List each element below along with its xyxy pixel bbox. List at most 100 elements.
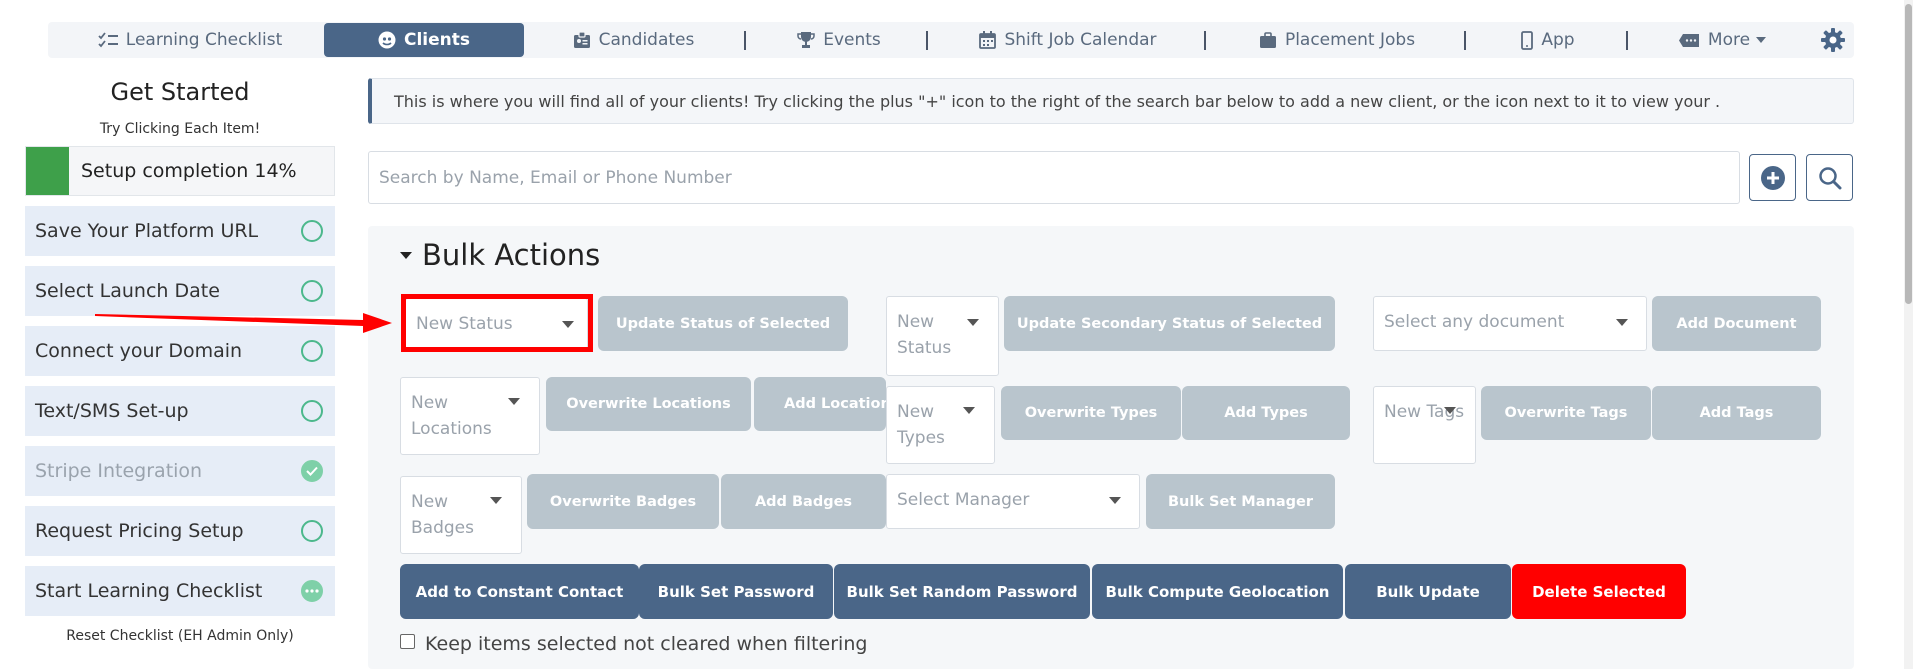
task-text-sms-setup[interactable]: Text/SMS Set-up [25, 386, 335, 436]
id-badge-icon [573, 31, 591, 49]
nav-placement-jobs[interactable]: Placement Jobs [1257, 22, 1417, 58]
nav-divider [1464, 31, 1466, 50]
new-secondary-status-select[interactable]: New Status [886, 296, 999, 376]
search-icon [1818, 166, 1842, 190]
select-value: Select Manager [897, 490, 1030, 510]
bulk-set-manager-button[interactable]: Bulk Set Manager [1146, 474, 1335, 529]
bulk-actions-toggle[interactable]: Bulk Actions [400, 238, 600, 272]
select-value: New Locations [411, 393, 492, 439]
document-select[interactable]: Select any document [1373, 296, 1647, 351]
get-started-subtitle: Try Clicking Each Item! [99, 121, 261, 137]
chevron-down-icon [1616, 319, 1628, 326]
select-value: New Badges [411, 492, 474, 538]
bulk-set-password-button[interactable]: Bulk Set Password [639, 564, 833, 619]
chevron-down-icon [508, 398, 520, 405]
add-client-button[interactable] [1749, 154, 1796, 201]
nav-label: Shift Job Calendar [1004, 30, 1157, 50]
pending-circle-icon [301, 340, 323, 362]
task-request-pricing-setup[interactable]: Request Pricing Setup [25, 506, 335, 556]
nav-label: More [1707, 30, 1751, 50]
nav-divider [926, 31, 928, 50]
keep-selected-label: Keep items selected not cleared when fil… [425, 633, 868, 655]
plus-circle-icon [1760, 165, 1786, 191]
gear-icon [1820, 27, 1846, 53]
search-button[interactable] [1806, 154, 1853, 201]
calendar-icon [979, 31, 997, 49]
bulk-update-button[interactable]: Bulk Update [1345, 564, 1511, 619]
progress-fill [26, 147, 70, 195]
new-status-select[interactable]: New Status [405, 298, 588, 349]
update-secondary-status-button[interactable]: Update Secondary Status of Selected [1004, 296, 1335, 351]
nav-label: Clients [403, 30, 470, 50]
task-label: Connect your Domain [35, 340, 243, 362]
task-start-learning-checklist[interactable]: Start Learning Checklist [25, 566, 335, 616]
nav-learning-checklist[interactable]: Learning Checklist [98, 22, 283, 58]
nav-divider [744, 31, 746, 50]
manager-select[interactable]: Select Manager [886, 474, 1140, 529]
setup-progress: Setup completion 14% [25, 146, 335, 196]
nav-candidates[interactable]: Candidates [570, 22, 697, 58]
new-locations-select[interactable]: New Locations [400, 377, 540, 455]
overwrite-types-button[interactable]: Overwrite Types [1001, 386, 1181, 440]
overwrite-tags-button[interactable]: Overwrite Tags [1481, 386, 1651, 440]
bulk-actions-title: Bulk Actions [422, 238, 601, 272]
briefcase-icon [1259, 31, 1277, 49]
new-tags-select[interactable]: New Tags [1373, 386, 1476, 464]
bulk-set-random-password-button[interactable]: Bulk Set Random Password [834, 564, 1090, 619]
add-types-button[interactable]: Add Types [1182, 386, 1350, 440]
add-badges-button[interactable]: Add Badges [721, 474, 886, 529]
overwrite-badges-button[interactable]: Overwrite Badges [527, 474, 719, 529]
task-label: Select Launch Date [35, 280, 220, 302]
nav-divider [1626, 31, 1628, 50]
add-document-button[interactable]: Add Document [1652, 296, 1821, 351]
nav-label: Learning Checklist [125, 30, 283, 50]
select-value: New Types [897, 402, 945, 448]
keep-selected-checkbox[interactable] [400, 634, 415, 649]
nav-label: Candidates [598, 30, 695, 50]
nav-events[interactable]: Events [794, 22, 884, 58]
trophy-icon [797, 31, 815, 49]
task-label: Save Your Platform URL [35, 220, 259, 242]
pending-circle-icon [301, 520, 323, 542]
nav-label: Events [823, 30, 881, 50]
nav-more[interactable]: More [1677, 22, 1767, 58]
update-status-button[interactable]: Update Status of Selected [598, 296, 848, 351]
top-nav [48, 22, 1854, 58]
delete-selected-button[interactable]: Delete Selected [1512, 564, 1686, 619]
add-tags-button[interactable]: Add Tags [1652, 386, 1821, 440]
search-input[interactable] [368, 151, 1740, 204]
info-text: This is where you will find all of your … [394, 91, 1721, 111]
user-circle-icon [378, 31, 396, 49]
task-save-platform-url[interactable]: Save Your Platform URL [25, 206, 335, 256]
task-label: Request Pricing Setup [35, 520, 244, 542]
settings-button[interactable] [1818, 25, 1848, 55]
nav-divider [1204, 31, 1206, 50]
nav-label: Placement Jobs [1284, 30, 1416, 50]
reset-checklist-link[interactable]: Reset Checklist (EH Admin Only) [25, 628, 335, 644]
select-value: Select any document [1384, 312, 1565, 332]
add-to-constant-contact-button[interactable]: Add to Constant Contact [400, 564, 639, 619]
progress-label: Setup completion 14% [81, 160, 297, 182]
nav-clients[interactable]: Clients [324, 23, 524, 57]
phone-icon [1521, 30, 1534, 50]
nav-shift-job-calendar[interactable]: Shift Job Calendar [978, 22, 1158, 58]
task-stripe-integration[interactable]: Stripe Integration [25, 446, 335, 496]
task-connect-domain[interactable]: Connect your Domain [25, 326, 335, 376]
get-started-title: Get Started [110, 78, 250, 106]
chevron-down-icon [1444, 407, 1456, 414]
scrollbar-thumb[interactable] [1905, 4, 1912, 304]
new-badges-select[interactable]: New Badges [400, 476, 522, 554]
check-circle-icon [301, 460, 323, 482]
caret-down-icon [1756, 37, 1767, 43]
nav-app[interactable]: App [1516, 22, 1580, 58]
info-banner: This is where you will find all of your … [368, 78, 1854, 124]
new-types-select[interactable]: New Types [886, 386, 995, 464]
overwrite-locations-button[interactable]: Overwrite Locations [546, 377, 751, 431]
ellipsis-circle-icon [301, 580, 323, 602]
add-locations-button[interactable]: Add Locations [754, 377, 886, 431]
caret-down-icon [400, 251, 412, 259]
nav-label: App [1541, 30, 1575, 50]
pending-circle-icon [301, 220, 323, 242]
task-select-launch-date[interactable]: Select Launch Date [25, 266, 335, 316]
bulk-compute-geolocation-button[interactable]: Bulk Compute Geolocation [1092, 564, 1343, 619]
